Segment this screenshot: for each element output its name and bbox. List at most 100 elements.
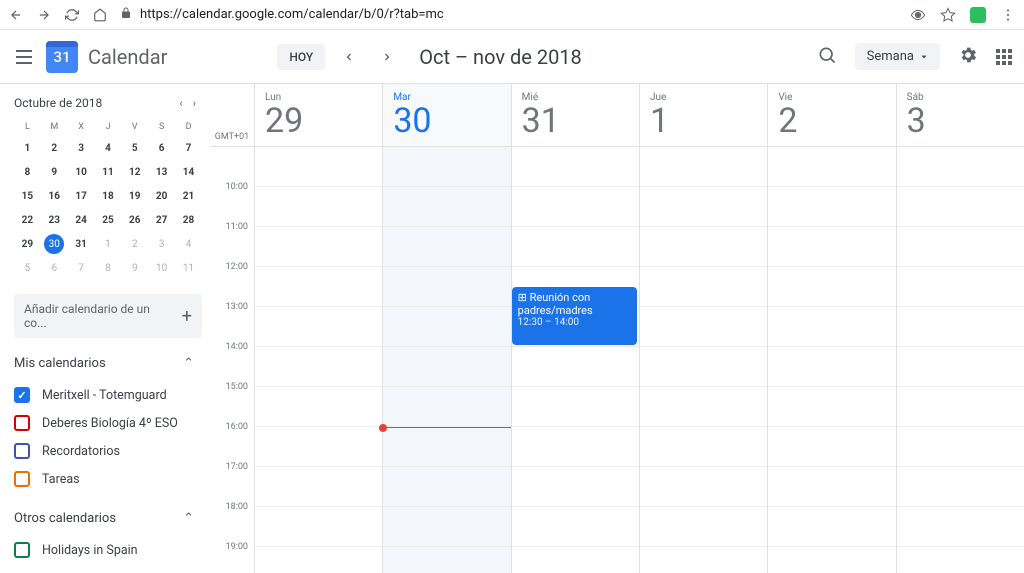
hour-slot[interactable] bbox=[768, 467, 895, 507]
calendar-checkbox[interactable] bbox=[14, 471, 30, 487]
hour-slot[interactable] bbox=[383, 147, 510, 187]
evernote-icon[interactable] bbox=[970, 7, 986, 23]
mini-day-cell[interactable]: 23 bbox=[41, 208, 68, 232]
day-column[interactable] bbox=[639, 147, 767, 573]
address-bar[interactable]: https://calendar.google.com/calendar/b/0… bbox=[120, 7, 898, 23]
hour-slot[interactable] bbox=[640, 147, 767, 187]
calendar-checkbox[interactable] bbox=[14, 542, 30, 558]
mini-day-cell[interactable]: 9 bbox=[121, 256, 148, 280]
hour-slot[interactable] bbox=[897, 147, 1024, 187]
hour-slot[interactable] bbox=[255, 267, 382, 307]
mini-day-cell[interactable]: 11 bbox=[175, 256, 202, 280]
day-header[interactable]: Jue1 bbox=[639, 84, 767, 146]
hour-slot[interactable] bbox=[768, 267, 895, 307]
hour-slot[interactable] bbox=[897, 507, 1024, 547]
mini-day-cell[interactable]: 3 bbox=[68, 136, 95, 160]
hour-slot[interactable] bbox=[897, 347, 1024, 387]
mini-day-cell[interactable]: 1 bbox=[14, 136, 41, 160]
hour-slot[interactable] bbox=[640, 427, 767, 467]
mini-day-cell[interactable]: 3 bbox=[148, 232, 175, 256]
hour-slot[interactable] bbox=[383, 547, 510, 573]
day-header[interactable]: Sáb3 bbox=[896, 84, 1024, 146]
mini-day-cell[interactable]: 18 bbox=[95, 184, 122, 208]
day-header[interactable]: Mié31 bbox=[511, 84, 639, 146]
mini-day-cell[interactable]: 27 bbox=[148, 208, 175, 232]
hour-slot[interactable] bbox=[897, 227, 1024, 267]
hour-slot[interactable] bbox=[383, 387, 510, 427]
hour-slot[interactable] bbox=[383, 507, 510, 547]
mini-day-cell[interactable]: 17 bbox=[68, 184, 95, 208]
hour-slot[interactable] bbox=[383, 347, 510, 387]
day-column[interactable]: ⊞ Reunión con padres/madres12:30 – 14:00 bbox=[511, 147, 639, 573]
day-column[interactable] bbox=[254, 147, 382, 573]
mini-day-cell[interactable]: 4 bbox=[175, 232, 202, 256]
mini-day-cell[interactable]: 12 bbox=[121, 160, 148, 184]
hour-slot[interactable] bbox=[640, 547, 767, 573]
mini-day-cell[interactable]: 10 bbox=[68, 160, 95, 184]
hour-slot[interactable] bbox=[512, 427, 639, 467]
calendar-list-item[interactable]: Tareas bbox=[14, 465, 202, 493]
mini-day-cell[interactable]: 2 bbox=[121, 232, 148, 256]
search-button[interactable] bbox=[817, 45, 837, 69]
hour-slot[interactable] bbox=[512, 227, 639, 267]
calendar-list-item[interactable]: Recordatorios bbox=[14, 437, 202, 465]
hour-slot[interactable] bbox=[897, 467, 1024, 507]
mini-day-cell[interactable]: 29 bbox=[14, 232, 41, 256]
mini-day-cell[interactable]: 13 bbox=[148, 160, 175, 184]
mini-day-cell[interactable]: 4 bbox=[95, 136, 122, 160]
hour-slot[interactable] bbox=[768, 387, 895, 427]
mini-day-cell[interactable]: 31 bbox=[68, 232, 95, 256]
prev-period-button[interactable] bbox=[335, 43, 363, 71]
hour-slot[interactable] bbox=[640, 267, 767, 307]
hour-slot[interactable] bbox=[640, 467, 767, 507]
eye-icon[interactable] bbox=[910, 7, 926, 23]
mini-day-cell[interactable]: 24 bbox=[68, 208, 95, 232]
hour-slot[interactable] bbox=[383, 187, 510, 227]
hour-slot[interactable] bbox=[897, 547, 1024, 573]
today-button[interactable]: HOY bbox=[277, 44, 325, 70]
hour-slot[interactable] bbox=[897, 387, 1024, 427]
add-calendar-plus-icon[interactable]: + bbox=[174, 306, 192, 327]
mini-day-cell[interactable]: 7 bbox=[68, 256, 95, 280]
hour-slot[interactable] bbox=[255, 507, 382, 547]
mini-day-cell[interactable]: 5 bbox=[14, 256, 41, 280]
hour-slot[interactable] bbox=[255, 227, 382, 267]
hour-slot[interactable] bbox=[768, 427, 895, 467]
hour-slot[interactable] bbox=[383, 467, 510, 507]
calendar-checkbox[interactable] bbox=[14, 443, 30, 459]
hour-slot[interactable] bbox=[512, 347, 639, 387]
hour-slot[interactable] bbox=[512, 547, 639, 573]
hour-slot[interactable] bbox=[768, 547, 895, 573]
mini-day-cell[interactable]: 8 bbox=[14, 160, 41, 184]
day-column[interactable] bbox=[382, 147, 510, 573]
apps-button[interactable] bbox=[996, 49, 1012, 65]
back-icon[interactable] bbox=[8, 7, 24, 23]
mini-day-cell[interactable]: 1 bbox=[95, 232, 122, 256]
menu-dots-icon[interactable] bbox=[1000, 7, 1016, 23]
home-icon[interactable] bbox=[92, 7, 108, 23]
hour-slot[interactable] bbox=[768, 347, 895, 387]
mini-day-cell[interactable]: 7 bbox=[175, 136, 202, 160]
day-header[interactable]: Mar30 bbox=[382, 84, 510, 146]
mini-day-cell[interactable]: 8 bbox=[95, 256, 122, 280]
mini-day-cell[interactable]: 21 bbox=[175, 184, 202, 208]
hour-slot[interactable] bbox=[255, 307, 382, 347]
hour-slot[interactable] bbox=[255, 467, 382, 507]
hour-slot[interactable] bbox=[512, 387, 639, 427]
calendar-list-item[interactable]: Holidays in Spain bbox=[14, 536, 202, 564]
other-calendars-header[interactable]: Otros calendarios ⌃ bbox=[14, 511, 202, 526]
hour-slot[interactable] bbox=[897, 187, 1024, 227]
mini-day-cell[interactable]: 30 bbox=[41, 232, 68, 256]
mini-day-cell[interactable]: 11 bbox=[95, 160, 122, 184]
reload-icon[interactable] bbox=[64, 7, 80, 23]
mini-day-cell[interactable]: 19 bbox=[121, 184, 148, 208]
week-grid[interactable]: 10:0011:0012:0013:0014:0015:0016:0017:00… bbox=[210, 147, 1024, 573]
hour-slot[interactable] bbox=[255, 147, 382, 187]
hour-slot[interactable] bbox=[640, 347, 767, 387]
next-period-button[interactable] bbox=[373, 43, 401, 71]
hour-slot[interactable] bbox=[768, 307, 895, 347]
mini-day-cell[interactable]: 6 bbox=[148, 136, 175, 160]
hour-slot[interactable] bbox=[640, 507, 767, 547]
mini-day-cell[interactable]: 5 bbox=[121, 136, 148, 160]
hour-slot[interactable] bbox=[383, 427, 510, 467]
